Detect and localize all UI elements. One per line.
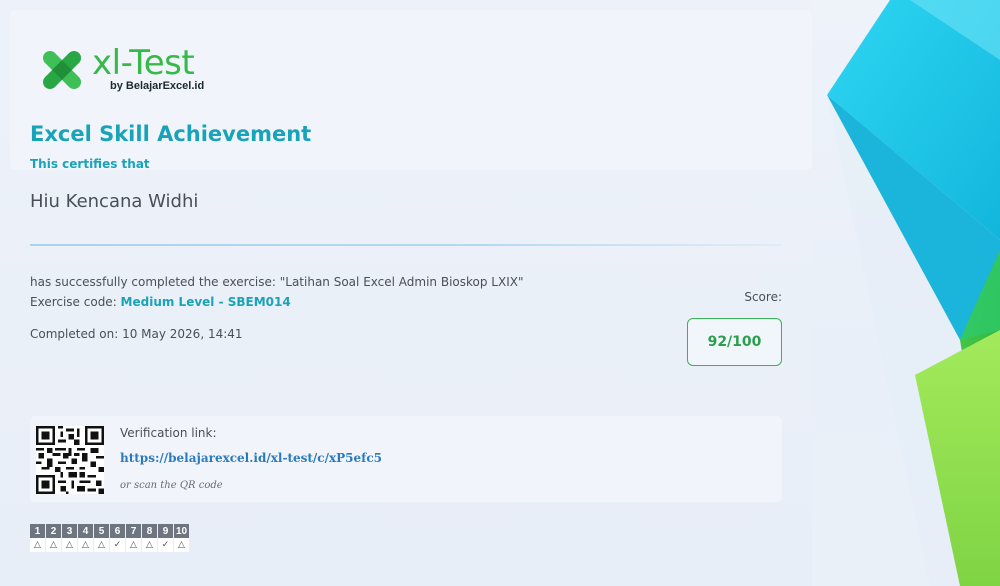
question-mark: ✓ xyxy=(158,538,173,552)
decorative-shapes xyxy=(827,0,1000,586)
divider xyxy=(30,244,782,246)
verification-card: Verification link: https://belajarexcel.… xyxy=(30,416,782,502)
question-number: 7 xyxy=(126,524,141,538)
question-mark: △ xyxy=(30,538,45,552)
completed-exercise-text: has successfully completed the exercise:… xyxy=(30,275,524,289)
exercise-code-value: Medium Level - SBEM014 xyxy=(120,295,291,309)
question-number: 6 xyxy=(110,524,125,538)
certificate-title: Excel Skill Achievement xyxy=(30,122,312,146)
question-mark: △ xyxy=(142,538,157,552)
question-number: 5 xyxy=(94,524,109,538)
verification-hint: or scan the QR code xyxy=(120,480,223,491)
question-number: 1 xyxy=(30,524,45,538)
question-number: 8 xyxy=(142,524,157,538)
question-mark: ✓ xyxy=(110,538,125,552)
question-8: 8 △ xyxy=(142,524,157,552)
question-number: 4 xyxy=(78,524,93,538)
question-3: 3 △ xyxy=(62,524,77,552)
exercise-code-label: Exercise code: xyxy=(30,295,121,309)
question-number: 9 xyxy=(158,524,173,538)
question-6: 6 ✓ xyxy=(110,524,125,552)
logo-subtitle: by BelajarExcel.id xyxy=(110,80,205,92)
exercise-code-line: Exercise code: Medium Level - SBEM014 xyxy=(30,295,291,309)
question-2: 2 △ xyxy=(46,524,61,552)
qr-code-icon[interactable] xyxy=(36,426,104,494)
question-mark: △ xyxy=(94,538,109,552)
question-1: 1 △ xyxy=(30,524,45,552)
question-mark: △ xyxy=(174,538,189,552)
question-4: 4 △ xyxy=(78,524,93,552)
certifies-label: This certifies that xyxy=(30,157,150,171)
recipient-name: Hiu Kencana Widhi xyxy=(30,191,199,212)
question-10: 10 △ xyxy=(174,524,189,552)
xl-test-logo-icon xyxy=(42,50,82,90)
question-number: 2 xyxy=(46,524,61,538)
verification-label: Verification link: xyxy=(120,426,217,440)
question-mark: △ xyxy=(126,538,141,552)
question-mark: △ xyxy=(46,538,61,552)
question-number: 3 xyxy=(62,524,77,538)
question-7: 7 △ xyxy=(126,524,141,552)
certificate-page: xl-Test by BelajarExcel.id Excel Skill A… xyxy=(0,0,1000,586)
question-5: 5 △ xyxy=(94,524,109,552)
logo-title: xl-Test xyxy=(92,43,195,83)
question-mark: △ xyxy=(62,538,77,552)
completed-on-date: Completed on: 10 May 2026, 14:41 xyxy=(30,327,243,341)
question-9: 9 ✓ xyxy=(158,524,173,552)
question-mark: △ xyxy=(78,538,93,552)
score-badge: 92/100 xyxy=(687,318,782,366)
xl-test-logo: xl-Test by BelajarExcel.id xyxy=(36,44,204,96)
score-label: Score: xyxy=(744,290,782,304)
question-number: 10 xyxy=(174,524,189,538)
question-result-grid: 1 △ 2 △ 3 △ 4 △ 5 △ 6 ✓ 7 △ 8 △ 9 ✓ 10 △ xyxy=(30,524,190,552)
verification-link[interactable]: https://belajarexcel.id/xl-test/c/xP5efc… xyxy=(120,451,382,465)
